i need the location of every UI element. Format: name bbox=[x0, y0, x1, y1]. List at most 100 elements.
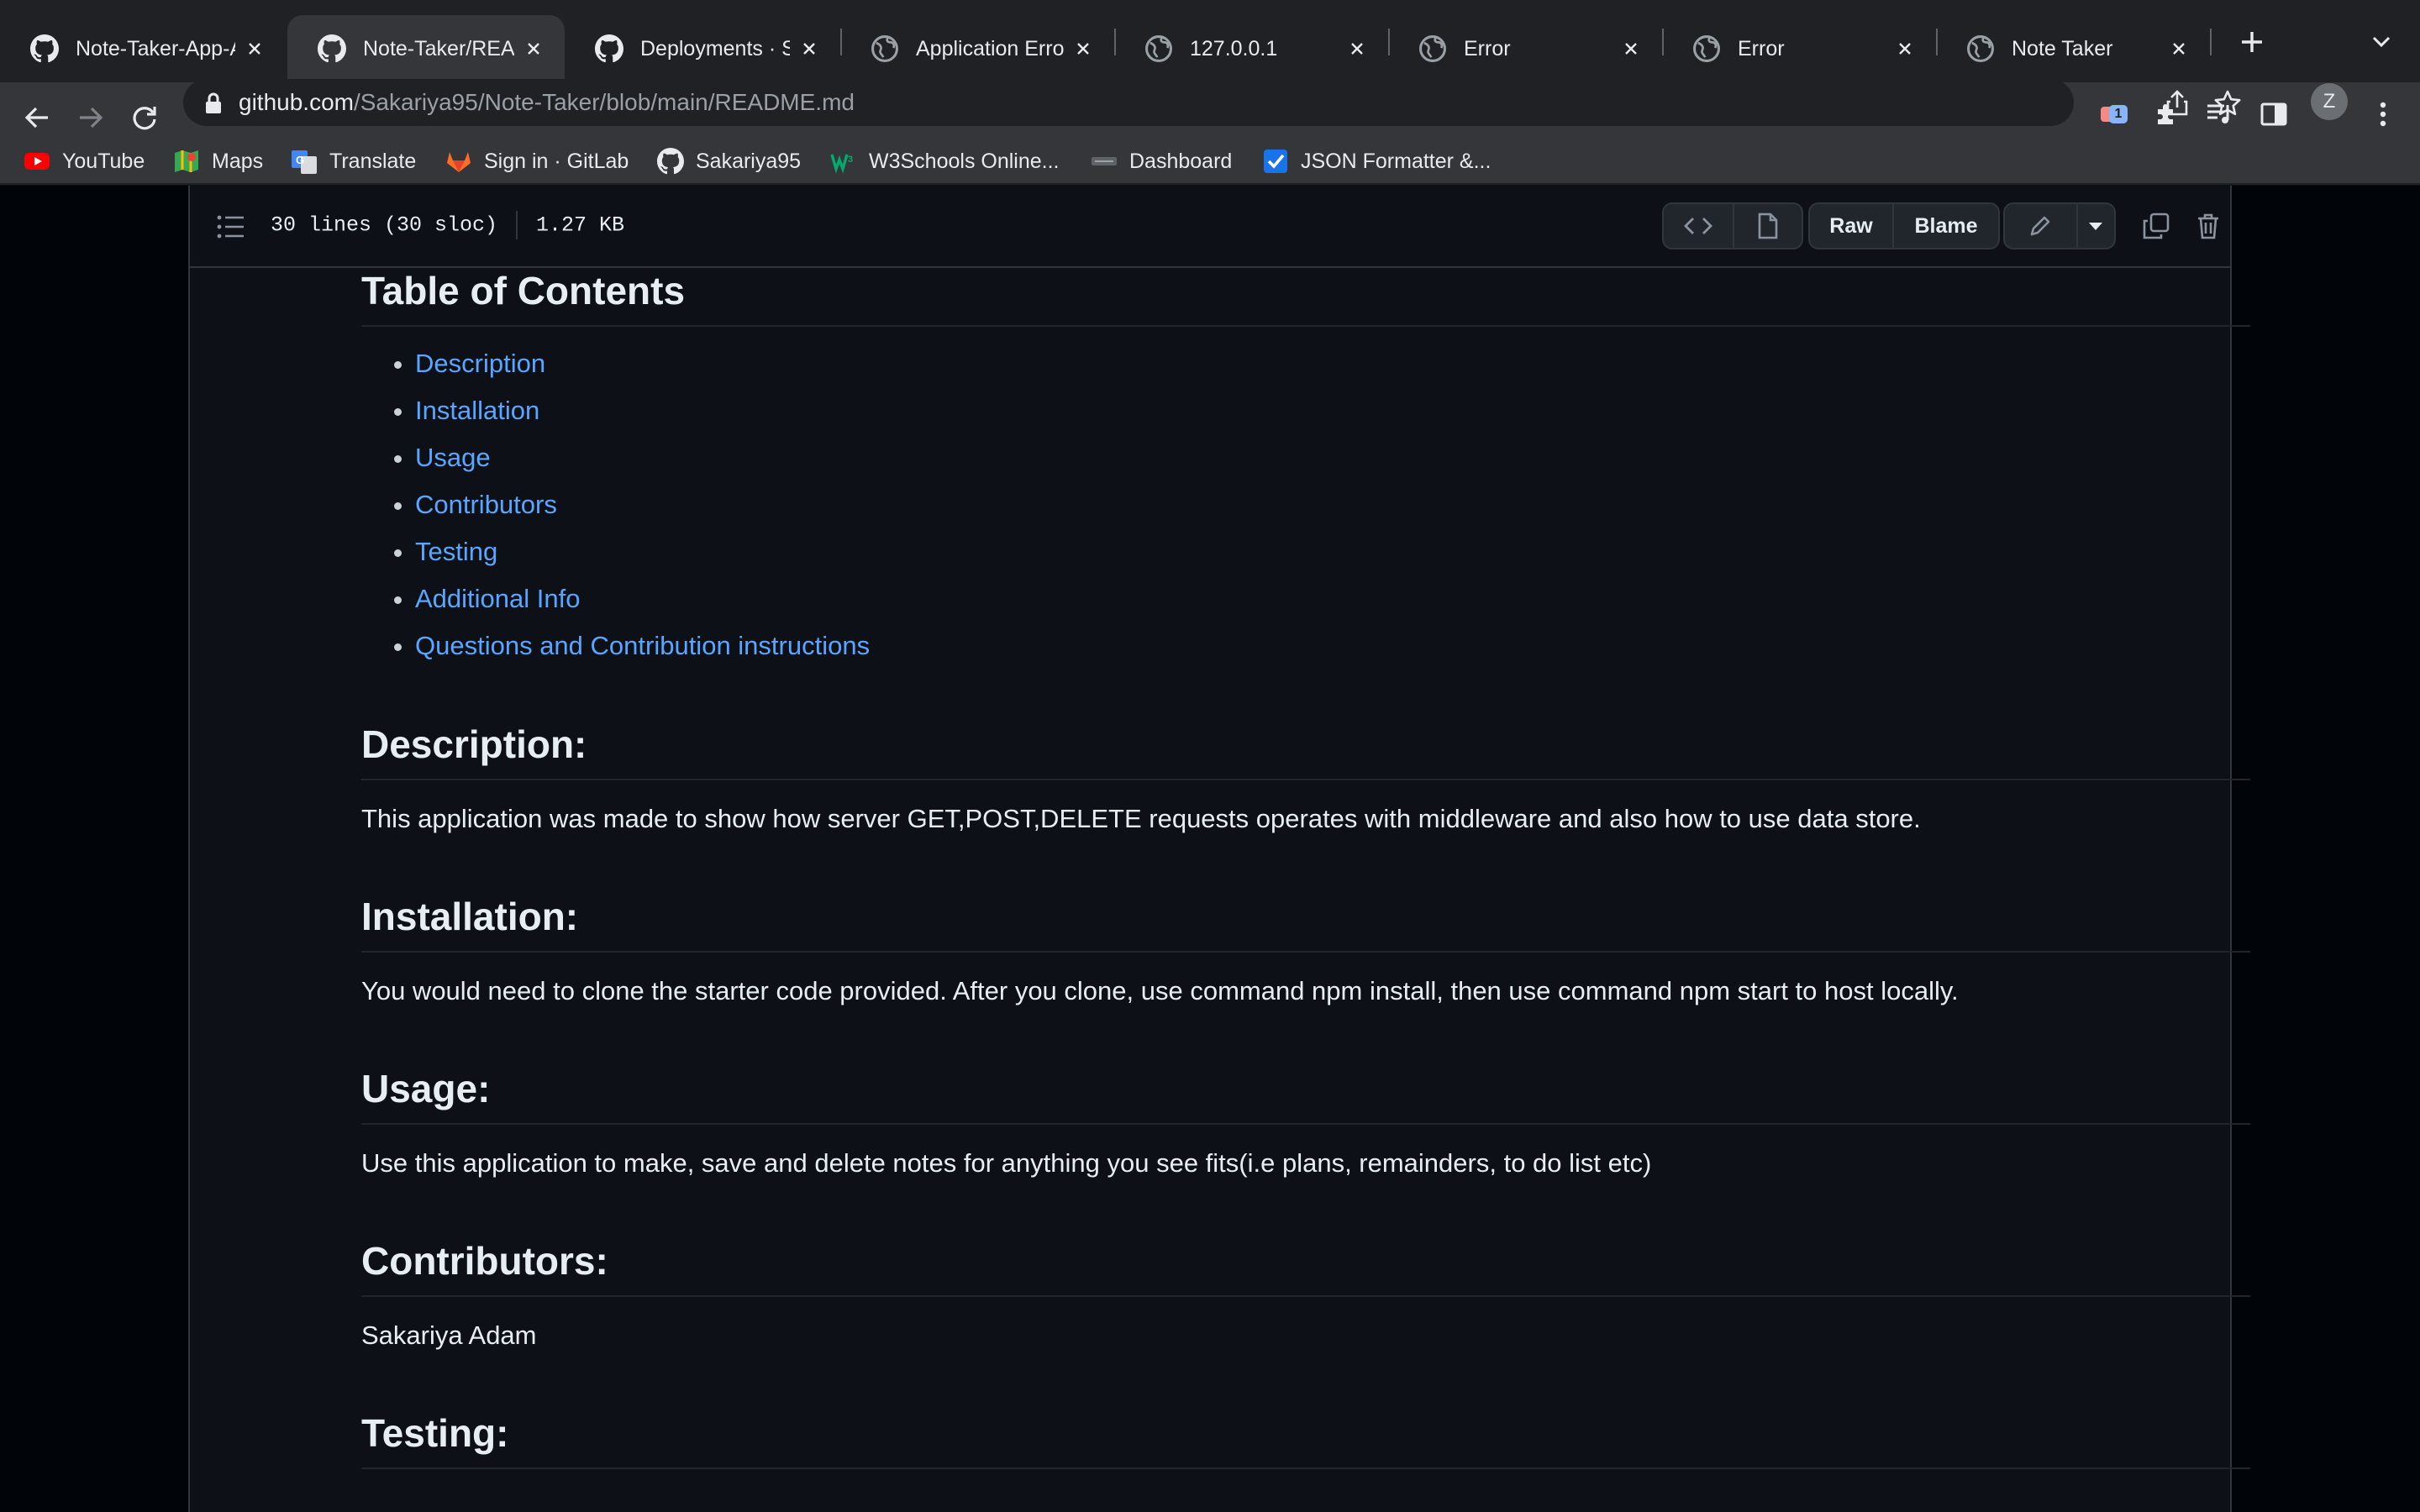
blame-button[interactable]: Blame bbox=[1892, 204, 1998, 248]
bookmark-gitlab[interactable]: Sign in · GitLab bbox=[445, 144, 629, 178]
section-heading: Contributors: bbox=[361, 1238, 2250, 1297]
checkbox-icon bbox=[1264, 150, 1287, 173]
toc-link-testing[interactable]: Testing bbox=[415, 537, 497, 566]
toc-link-questions[interactable]: Questions and Contribution instructions bbox=[415, 631, 870, 660]
url-text[interactable]: github.com/Sakariya95/Note-Taker/blob/ma… bbox=[239, 89, 855, 116]
url-path: /Sakariya95/Note-Taker/blob/main/README.… bbox=[353, 89, 855, 115]
file-lines: 30 lines (30 sloc) bbox=[271, 213, 498, 238]
section-text: This application was made to show how se… bbox=[361, 804, 1921, 833]
toc-link-additional-info[interactable]: Additional Info bbox=[415, 584, 580, 613]
tab-close-icon[interactable] bbox=[1071, 36, 1096, 61]
forward-button[interactable] bbox=[69, 96, 113, 139]
tab-title: Note-Taker-App-A bbox=[76, 36, 235, 60]
tab-separator bbox=[2210, 29, 2212, 55]
tab-title: Error bbox=[1464, 36, 1511, 60]
toc-link-description[interactable]: Description bbox=[415, 349, 545, 378]
bookmark-json-formatter[interactable]: JSON Formatter &... bbox=[1262, 144, 1491, 178]
back-button[interactable] bbox=[15, 96, 59, 139]
tab-localhost[interactable]: 127.0.0.1 bbox=[1114, 15, 1388, 82]
bookmark-dashboard[interactable]: Dashboard bbox=[1091, 144, 1232, 178]
tab-close-icon[interactable] bbox=[521, 36, 546, 61]
arrow-left-icon bbox=[24, 107, 48, 129]
file-viewer: 30 lines (30 sloc) 1.27 KB Raw Blame Tab… bbox=[188, 186, 2250, 1512]
tab-close-icon[interactable] bbox=[797, 36, 822, 61]
section-text: Sakariya Adam bbox=[361, 1320, 537, 1350]
toc-item: Installation bbox=[415, 387, 2250, 434]
tab-close-icon[interactable] bbox=[1344, 36, 1370, 61]
tab-readme[interactable]: Note-Taker/READ bbox=[287, 15, 565, 82]
side-panel-button[interactable] bbox=[2255, 96, 2292, 133]
bookmark-label: W3Schools Online... bbox=[869, 149, 1060, 173]
extensions-button[interactable] bbox=[2148, 96, 2185, 133]
bookmark-sakariya95[interactable]: Sakariya95 bbox=[657, 144, 801, 178]
dashboard-icon bbox=[1092, 157, 1117, 165]
media-control-button[interactable] bbox=[2202, 96, 2238, 133]
tab-deployments[interactable]: Deployments · Sa bbox=[565, 15, 840, 82]
url-host: github.com bbox=[239, 89, 354, 115]
github-icon bbox=[318, 34, 346, 63]
tab-close-icon[interactable] bbox=[1892, 36, 1918, 61]
file-info: 30 lines (30 sloc) 1.27 KB bbox=[271, 211, 624, 239]
section-heading: Testing: bbox=[361, 1410, 2250, 1469]
profile-avatar[interactable]: Z bbox=[2311, 83, 2348, 120]
tab-search-button[interactable] bbox=[2363, 24, 2400, 60]
bookmark-youtube[interactable]: YouTube bbox=[24, 144, 145, 178]
tab-close-icon[interactable] bbox=[242, 36, 267, 61]
tab-close-icon[interactable] bbox=[1618, 36, 1644, 61]
w3schools-icon: 3 bbox=[830, 154, 853, 174]
bookmark-translate[interactable]: G Translate bbox=[291, 144, 416, 178]
tab-close-icon[interactable] bbox=[2166, 36, 2191, 61]
tab-note-taker-app[interactable]: Note-Taker-App-A bbox=[0, 15, 286, 82]
toc-item: Questions and Contribution instructions bbox=[415, 622, 2250, 669]
reload-button[interactable] bbox=[123, 96, 166, 139]
edit-button[interactable] bbox=[2005, 204, 2076, 248]
edit-group bbox=[2003, 202, 2116, 249]
edit-dropdown-button[interactable] bbox=[2075, 204, 2114, 248]
maps-icon bbox=[175, 150, 198, 172]
bookmark-label: Maps bbox=[212, 149, 264, 173]
github-icon bbox=[595, 34, 623, 63]
preview-view-button[interactable] bbox=[1733, 204, 1802, 248]
github-icon bbox=[30, 34, 59, 63]
bookmark-label: Sakariya95 bbox=[696, 149, 802, 173]
tab-error-2[interactable]: Error bbox=[1662, 15, 1936, 82]
code-view-button[interactable] bbox=[1664, 204, 1733, 248]
gitlab-icon bbox=[447, 152, 471, 172]
section-heading: Description: bbox=[361, 722, 2250, 780]
raw-button[interactable]: Raw bbox=[1810, 204, 1892, 248]
lock-icon[interactable] bbox=[203, 92, 224, 114]
bookmark-label: YouTube bbox=[62, 149, 145, 173]
toc-link-installation[interactable]: Installation bbox=[415, 396, 539, 425]
tab-error-1[interactable]: Error bbox=[1388, 15, 1662, 82]
delete-button[interactable] bbox=[2191, 209, 2225, 243]
arrow-right-icon bbox=[80, 107, 103, 129]
address-bar[interactable]: github.com/Sakariya95/Note-Taker/blob/ma… bbox=[183, 79, 2241, 126]
bookmarks-bar: YouTube Maps G Translate Sign in · GitLa… bbox=[0, 138, 2420, 185]
bookmark-maps[interactable]: Maps bbox=[173, 144, 263, 178]
new-tab-button[interactable] bbox=[2232, 22, 2272, 62]
youtube-icon bbox=[24, 153, 50, 170]
browser-menu-button[interactable] bbox=[2365, 96, 2402, 133]
tab-title: Error bbox=[1738, 36, 1785, 60]
toc-item: Testing bbox=[415, 528, 2250, 575]
outline-list-icon[interactable] bbox=[217, 214, 245, 239]
section-description: Description: This application was made t… bbox=[361, 722, 2250, 837]
tab-application-error[interactable]: Application Error bbox=[840, 15, 1114, 82]
globe-icon bbox=[1419, 35, 1446, 62]
svg-text:G: G bbox=[296, 154, 304, 166]
caret-down-icon bbox=[2089, 223, 2103, 230]
file-size: 1.27 KB bbox=[536, 213, 625, 238]
tab-title: 127.0.0.1 bbox=[1190, 36, 1278, 60]
toc-link-contributors[interactable]: Contributors bbox=[415, 490, 557, 519]
copy-button[interactable] bbox=[2139, 209, 2173, 243]
toc-link-usage[interactable]: Usage bbox=[415, 443, 491, 472]
page-content: 30 lines (30 sloc) 1.27 KB Raw Blame Tab… bbox=[0, 186, 2420, 1512]
chevron-down-icon bbox=[2372, 36, 2391, 48]
view-toggle-group bbox=[1662, 202, 1803, 249]
tab-note-taker[interactable]: Note Taker bbox=[1936, 15, 2210, 82]
bookmark-w3schools[interactable]: 3 W3Schools Online... bbox=[830, 144, 1060, 178]
address-bar-inner: github.com/Sakariya95/Note-Taker/blob/ma… bbox=[183, 79, 2241, 126]
toc-item: Additional Info bbox=[415, 575, 2250, 622]
pencil-icon bbox=[2031, 216, 2050, 236]
translate-icon: G bbox=[292, 150, 317, 174]
